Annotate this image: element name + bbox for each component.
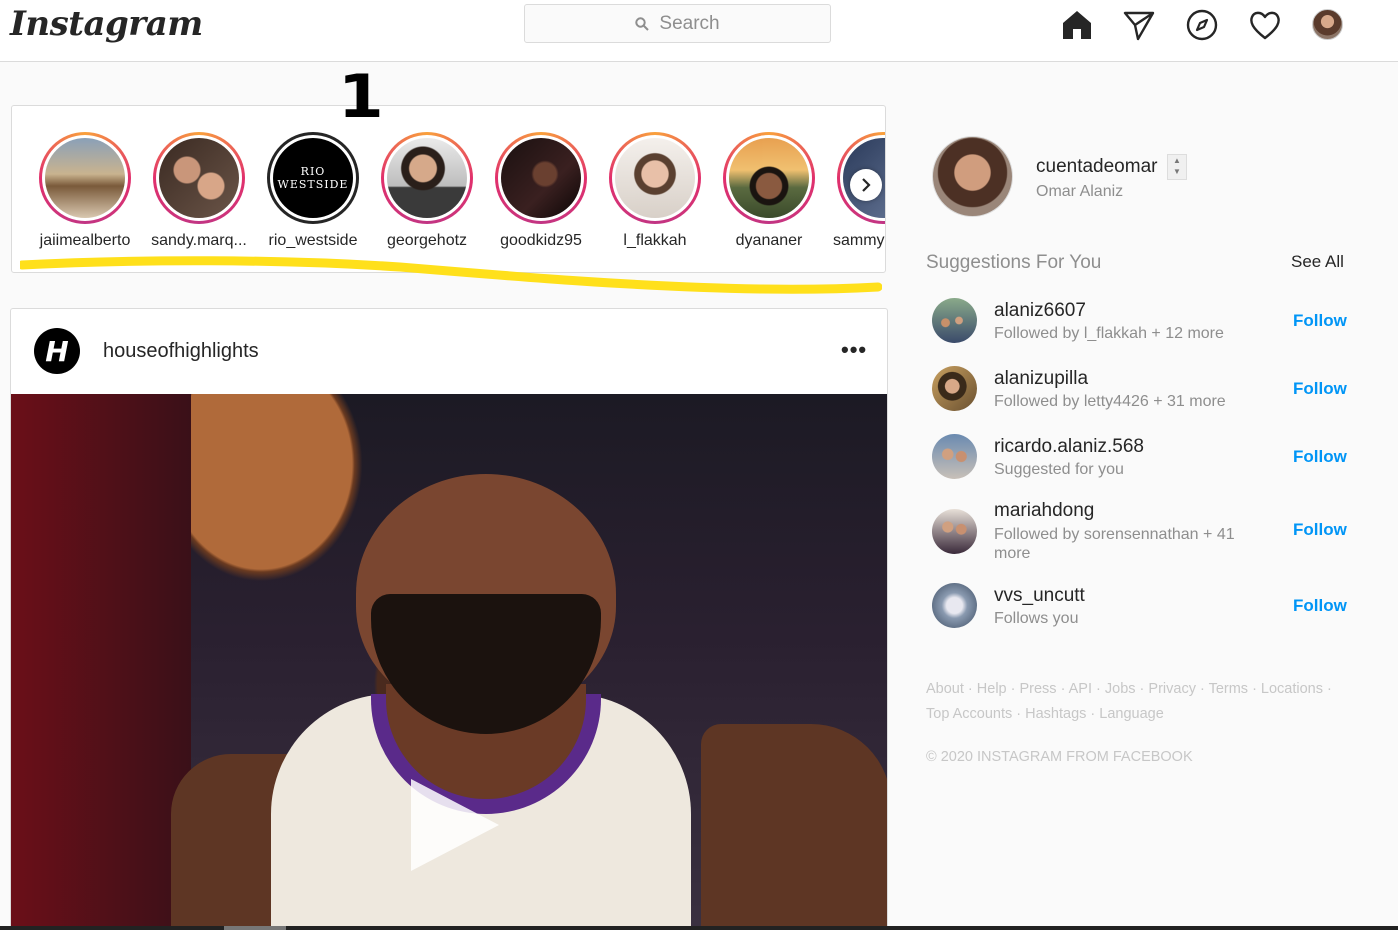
search-placeholder: Search	[659, 12, 720, 34]
story-username: sandy.marq...	[151, 232, 247, 249]
post-username[interactable]: houseofhighlights	[103, 340, 259, 363]
suggestion-avatar[interactable]	[932, 366, 977, 411]
story-avatar	[45, 138, 125, 218]
story-avatar	[729, 138, 809, 218]
story-ring	[609, 132, 701, 224]
story-ring	[39, 132, 131, 224]
suggestion-username[interactable]: ricardo.alaniz.568	[994, 436, 1144, 458]
suggestion-username[interactable]: alaniz6607	[994, 300, 1086, 322]
story-username: l_flakkah	[623, 232, 687, 249]
story-avatar: RIO WESTSIDE	[273, 138, 353, 218]
story-avatar	[615, 138, 695, 218]
story-ring	[723, 132, 815, 224]
story-avatar	[159, 138, 239, 218]
story-avatar	[387, 138, 467, 218]
story-avatar	[501, 138, 581, 218]
sidebar-profile-avatar[interactable]	[932, 136, 1013, 217]
suggestion-subtitle: Suggested for you	[994, 461, 1124, 478]
story-item[interactable]: jaiimealberto	[30, 132, 140, 250]
search-icon	[635, 16, 650, 31]
suggestion-avatar[interactable]	[932, 298, 977, 343]
story-ring: RIO WESTSIDE	[267, 132, 359, 224]
annotation-number-1: 1	[337, 62, 384, 132]
see-all-link[interactable]: See All	[1291, 252, 1344, 272]
stories-next-button[interactable]	[850, 169, 882, 201]
follow-button[interactable]: Follow	[1293, 447, 1347, 467]
follow-button[interactable]: Follow	[1293, 520, 1347, 540]
profile-avatar[interactable]	[1312, 9, 1343, 40]
story-item[interactable]: l_flakkah	[600, 132, 710, 250]
post-avatar[interactable]: H	[34, 328, 80, 374]
suggestion-subtitle: Followed by letty4426 + 31 more	[994, 393, 1226, 410]
story-username: sammy	[833, 232, 885, 249]
story-username: jaiimealberto	[39, 232, 131, 249]
suggestion-username[interactable]: alanizupilla	[994, 368, 1088, 390]
follow-button[interactable]: Follow	[1293, 311, 1347, 331]
more-options-icon[interactable]: •••	[841, 339, 867, 361]
footer-copyright: © 2020 INSTAGRAM FROM FACEBOOK	[926, 749, 1193, 765]
story-username: georgehotz	[386, 232, 468, 249]
arm-right	[701, 724, 887, 929]
background-stripe	[11, 394, 191, 929]
story-item[interactable]: sandy.marq...	[144, 132, 254, 250]
story-item[interactable]: georgehotz	[372, 132, 482, 250]
suggestion-username[interactable]: vvs_uncutt	[994, 585, 1085, 607]
play-icon[interactable]	[411, 779, 499, 871]
footer-links[interactable]: About · Help · Press · API · Jobs · Priv…	[926, 677, 1346, 727]
story-item[interactable]: goodkidz95	[486, 132, 596, 250]
switch-account-icon[interactable]: ▲ ▼	[1167, 154, 1187, 180]
suggestions-title: Suggestions For You	[926, 252, 1102, 273]
send-icon[interactable]	[1122, 8, 1156, 42]
story-item[interactable]: dyananer	[714, 132, 824, 250]
story-username: dyananer	[735, 232, 803, 249]
sidebar-username[interactable]: cuentadeomar	[1036, 156, 1157, 178]
suggestion-username[interactable]: mariahdong	[994, 500, 1094, 522]
suggestion-avatar[interactable]	[932, 583, 977, 628]
instagram-logo[interactable]: Instagram	[10, 4, 203, 44]
horizontal-scrollbar[interactable]	[0, 926, 1398, 930]
story-ring	[495, 132, 587, 224]
story-ring	[153, 132, 245, 224]
suggestion-avatar[interactable]	[932, 509, 977, 554]
post-video[interactable]	[11, 394, 887, 929]
suggestion-subtitle: Follows you	[994, 610, 1079, 627]
story-username: goodkidz95	[500, 232, 582, 249]
sidebar-full-name: Omar Alaniz	[1036, 183, 1124, 200]
scrollbar-thumb[interactable]	[224, 926, 286, 930]
suggestion-subtitle: Followed by sorensennathan + 41 more	[994, 526, 1235, 562]
follow-button[interactable]: Follow	[1293, 379, 1347, 399]
story-ring	[381, 132, 473, 224]
heart-icon[interactable]	[1248, 8, 1282, 42]
search-input[interactable]: Search	[524, 4, 831, 43]
story-item[interactable]: RIO WESTSIDE rio_westside	[258, 132, 368, 250]
follow-button[interactable]: Follow	[1293, 596, 1347, 616]
suggestion-subtitle: Followed by l_flakkah + 12 more	[994, 325, 1224, 342]
feed-post: H houseofhighlights •••	[10, 308, 888, 930]
chevron-right-icon	[862, 178, 871, 192]
explore-icon[interactable]	[1185, 8, 1219, 42]
stories-tray: jaiimealberto sandy.marq... RIO WESTSIDE…	[11, 105, 886, 273]
story-username: rio_westside	[268, 232, 358, 249]
top-navigation-bar: Instagram Search	[0, 0, 1398, 62]
suggestion-avatar[interactable]	[932, 434, 977, 479]
home-icon[interactable]	[1060, 8, 1094, 42]
